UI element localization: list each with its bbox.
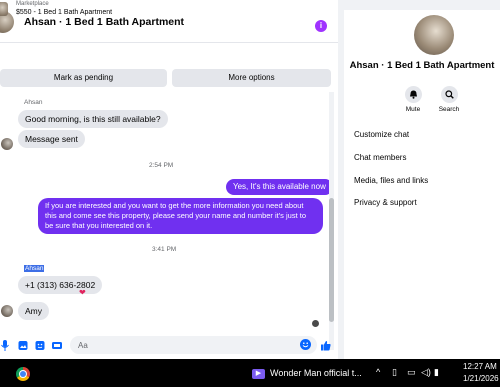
outgoing-message[interactable]: If you are interested and you want to ge… — [38, 198, 323, 234]
customize-chat-link[interactable]: Customize chat — [354, 130, 409, 139]
emoji-icon[interactable] — [300, 339, 311, 350]
listing-thumbnail[interactable] — [0, 2, 8, 16]
info-icon[interactable]: i — [315, 20, 327, 32]
incoming-message[interactable]: Good morning, is this still available? — [18, 110, 168, 128]
search-label: Search — [438, 106, 460, 113]
bell-icon — [404, 86, 422, 103]
mark-as-pending-button[interactable]: Mark as pending — [0, 69, 167, 87]
chat-members-link[interactable]: Chat members — [354, 153, 406, 162]
device-icon[interactable]: ▯ — [392, 367, 397, 378]
microphone-icon[interactable] — [0, 340, 10, 351]
search-button[interactable]: Search — [434, 86, 464, 113]
heart-reaction-icon[interactable]: ❤ — [79, 288, 86, 297]
message-input[interactable] — [70, 336, 317, 354]
sticker-icon[interactable] — [35, 340, 45, 351]
gif-icon[interactable] — [52, 340, 62, 351]
chrome-icon[interactable] — [16, 367, 30, 381]
clock-time[interactable]: 12:27 AM — [463, 362, 497, 371]
listing-banner[interactable] — [0, 48, 338, 68]
scrollbar-thumb[interactable] — [329, 198, 334, 322]
contact-profile-photo[interactable] — [414, 15, 454, 55]
mute-button[interactable]: Mute — [398, 86, 428, 113]
outgoing-message[interactable]: Yes, It's this available now — [226, 179, 333, 195]
message-timestamp: 2:54 PM — [149, 162, 174, 169]
sender-avatar[interactable] — [1, 305, 13, 317]
listing-name[interactable]: $550 - 1 Bed 1 Bath Apartment — [16, 9, 112, 16]
battery-icon[interactable]: ▮ — [434, 367, 439, 378]
incoming-message[interactable]: +1 (313) 636-2802 — [18, 276, 103, 294]
privacy-support-link[interactable]: Privacy & support — [354, 198, 417, 207]
image-icon[interactable] — [18, 340, 28, 351]
media-title[interactable]: Wonder Man official t... — [270, 368, 362, 378]
seen-indicator-icon — [312, 320, 319, 327]
volume-icon[interactable]: ◁) — [421, 367, 431, 378]
like-icon[interactable] — [321, 340, 331, 351]
sender-name: Ahsan — [24, 99, 43, 106]
conversation-title[interactable]: Ahsan · 1 Bed 1 Bath Apartment — [24, 16, 184, 28]
mute-label: Mute — [405, 106, 421, 113]
chevron-up-icon[interactable]: ^ — [376, 367, 380, 377]
network-icon[interactable]: ▭ — [407, 367, 416, 378]
sender-name-selected: Ahsan — [24, 265, 45, 272]
more-options-button[interactable]: More options — [172, 69, 331, 87]
clock-date[interactable]: 1/21/2026 — [463, 374, 499, 383]
incoming-message[interactable]: Amy — [18, 302, 49, 320]
media-play-icon[interactable]: ▶ — [252, 369, 265, 379]
message-timestamp: 3:41 PM — [152, 246, 177, 253]
incoming-message[interactable]: Message sent — [18, 130, 85, 148]
info-panel-title: Ahsan · 1 Bed 1 Bath Apartment — [349, 60, 495, 71]
media-files-links-link[interactable]: Media, files and links — [354, 176, 428, 185]
search-icon — [440, 86, 458, 103]
sender-avatar[interactable] — [1, 138, 13, 150]
listing-marketplace-label: Marketplace — [16, 1, 49, 7]
